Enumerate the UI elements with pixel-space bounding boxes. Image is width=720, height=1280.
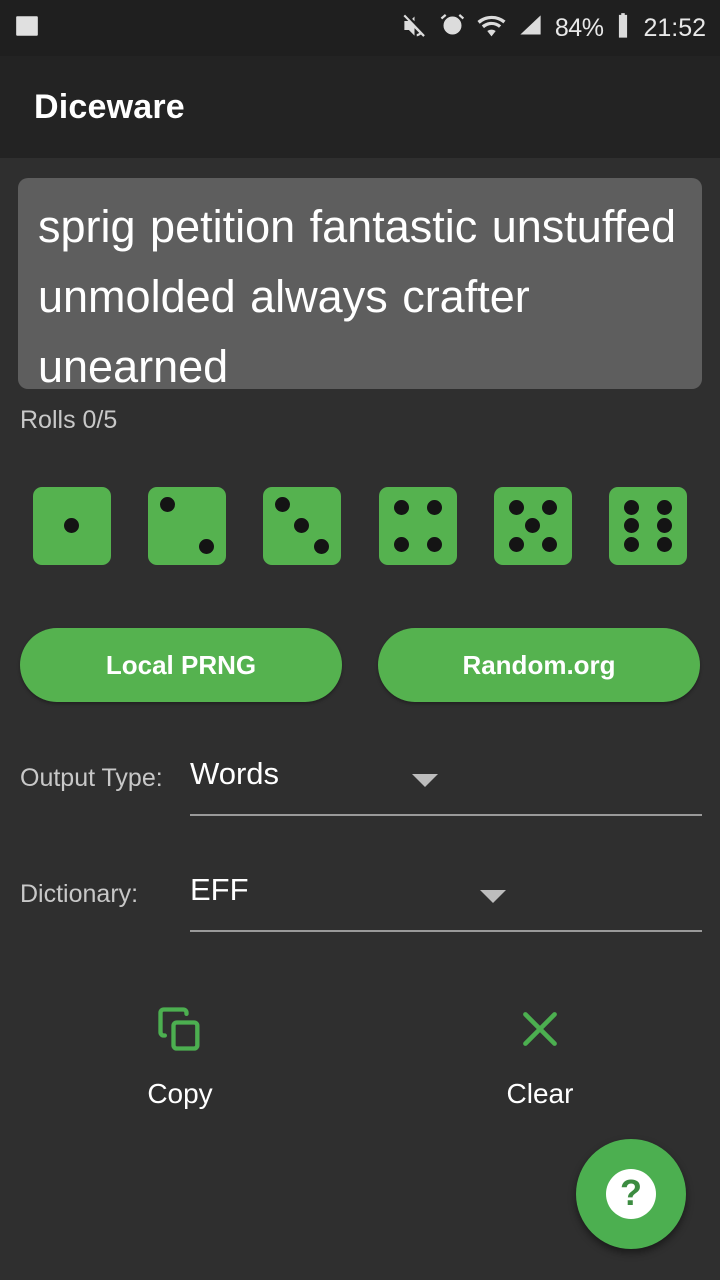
pip [294,518,310,533]
die-5[interactable] [493,487,572,565]
pip [623,518,639,533]
app-root: 84% 21:52 Diceware sprig petition fantas… [0,0,720,1280]
copy-button[interactable]: Copy [0,1000,360,1130]
pip [656,518,672,533]
output-type-row: Output Type: Words [20,752,702,832]
status-bar-clock: 21:52 [643,13,706,42]
app-bar: Diceware [0,56,720,158]
dictionary-value: EFF [190,872,249,907]
generator-buttons-row: Local PRNG Random.org [20,628,700,702]
output-type-value: Words [190,756,280,791]
chevron-down-icon [480,890,506,903]
pip [64,518,79,533]
dictionary-label: Dictionary: [20,880,139,908]
pip [393,500,409,515]
passphrase-text: sprig petition fantastic unstuffed unmol… [38,201,677,389]
output-type-spinner[interactable]: Words [190,752,702,832]
close-icon [515,1000,565,1058]
battery-icon [614,12,632,45]
rolls-counter-label: Rolls 0/5 [20,406,118,434]
image-icon [14,13,40,44]
pip [393,537,409,552]
pip [623,537,639,552]
pip [275,497,291,512]
question-mark-glyph: ? [620,1172,642,1213]
pip [199,539,215,554]
pip [541,500,557,515]
dictionary-row: Dictionary: EFF [20,868,702,948]
signal-icon [517,12,544,44]
pip [508,537,524,552]
clear-label: Clear [506,1078,574,1109]
spinner-underline [190,930,702,932]
spinner-underline [190,814,702,816]
status-bar-left [14,13,40,44]
dice-row [33,487,687,565]
pip [160,497,176,512]
die-1[interactable] [33,487,111,565]
pip [541,537,557,552]
random-org-button[interactable]: Random.org [378,628,700,702]
pip [656,537,672,552]
output-type-label: Output Type: [20,764,163,792]
clear-button[interactable]: Clear [360,1000,720,1130]
alarm-icon [439,12,466,44]
pip [623,500,639,515]
pip [314,539,330,554]
help-icon: ? [606,1169,656,1219]
die-6[interactable] [608,487,687,565]
page-title: Diceware [34,87,185,126]
die-4[interactable] [378,487,457,565]
mute-icon [401,12,428,44]
die-3[interactable] [263,487,342,565]
copy-label: Copy [147,1078,213,1109]
battery-percent-label: 84% [554,13,604,42]
passphrase-output-box[interactable]: sprig petition fantastic unstuffed unmol… [18,178,702,389]
pip [426,500,442,515]
help-fab-button[interactable]: ? [576,1139,686,1249]
wifi-icon [477,11,506,45]
status-bar-right: 84% 21:52 [401,11,706,45]
chevron-down-icon [412,774,438,787]
pip [656,500,672,515]
local-prng-button[interactable]: Local PRNG [20,628,342,702]
pip [426,537,442,552]
die-2[interactable] [148,487,227,565]
pip [508,500,524,515]
status-bar: 84% 21:52 [0,0,720,56]
pip [524,518,540,533]
action-row: Copy Clear [0,1000,720,1130]
dictionary-spinner[interactable]: EFF [190,868,702,948]
copy-icon [154,1000,206,1058]
